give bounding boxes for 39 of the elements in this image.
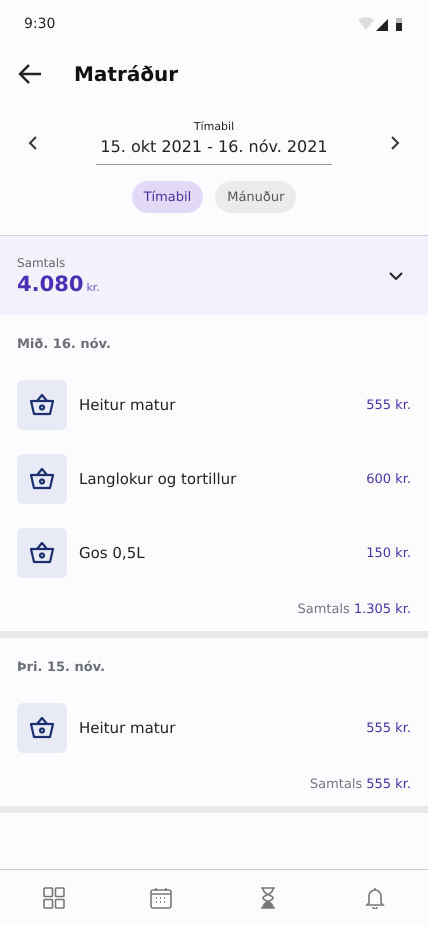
- page-title: Matráður: [74, 62, 178, 86]
- day-date: Mið. 16. nóv.: [17, 337, 112, 352]
- item-name: Heitur matur: [79, 396, 176, 414]
- summary-label: Samtals: [17, 256, 66, 270]
- calendar-icon: [150, 887, 172, 909]
- status-time: 9:30: [24, 16, 56, 32]
- item-name: Gos 0,5L: [79, 544, 146, 562]
- nav-button[interactable]: [148, 885, 174, 911]
- day-total-amount: 1.305 kr.: [354, 602, 411, 617]
- item-name: Heitur matur: [79, 719, 176, 737]
- grid-icon: [42, 887, 64, 909]
- basket-icon: [28, 715, 56, 741]
- item-name: Langlokur og tortillur: [79, 470, 238, 488]
- item-price: 600 kr.: [366, 472, 411, 486]
- basket-icon: [28, 466, 56, 492]
- chevron-left-icon: [28, 134, 38, 150]
- chevron-right-icon: [390, 134, 400, 150]
- day-total-amount: 555 kr.: [366, 777, 411, 792]
- nav-button[interactable]: [40, 885, 66, 911]
- item-price: 555 kr.: [366, 398, 411, 412]
- period-label: Tímabil: [194, 120, 234, 133]
- summary-amount: 4.080: [17, 272, 84, 296]
- bell-icon: [364, 887, 384, 909]
- chevron-down-icon: [388, 270, 404, 280]
- period-tab[interactable]: Mánuður: [215, 181, 296, 213]
- day-total-label: Samtals: [297, 602, 350, 617]
- back-arrow-icon: [18, 64, 42, 84]
- basket-icon: [28, 392, 56, 418]
- day-total-label: Samtals: [310, 777, 362, 792]
- back-button[interactable]: [16, 62, 44, 86]
- nav-button[interactable]: [362, 885, 386, 911]
- period-tab[interactable]: Tímabil: [132, 181, 204, 213]
- hourglass-icon: [258, 887, 276, 909]
- basket-icon: [28, 540, 56, 566]
- item-price: 150 kr.: [366, 546, 411, 560]
- period-field[interactable]: 15. okt 2021 - 16. nóv. 2021: [96, 133, 332, 165]
- summary-unit: kr.: [86, 280, 100, 294]
- item-price: 555 kr.: [366, 720, 411, 736]
- day-date: Þri. 15. nóv.: [17, 660, 106, 675]
